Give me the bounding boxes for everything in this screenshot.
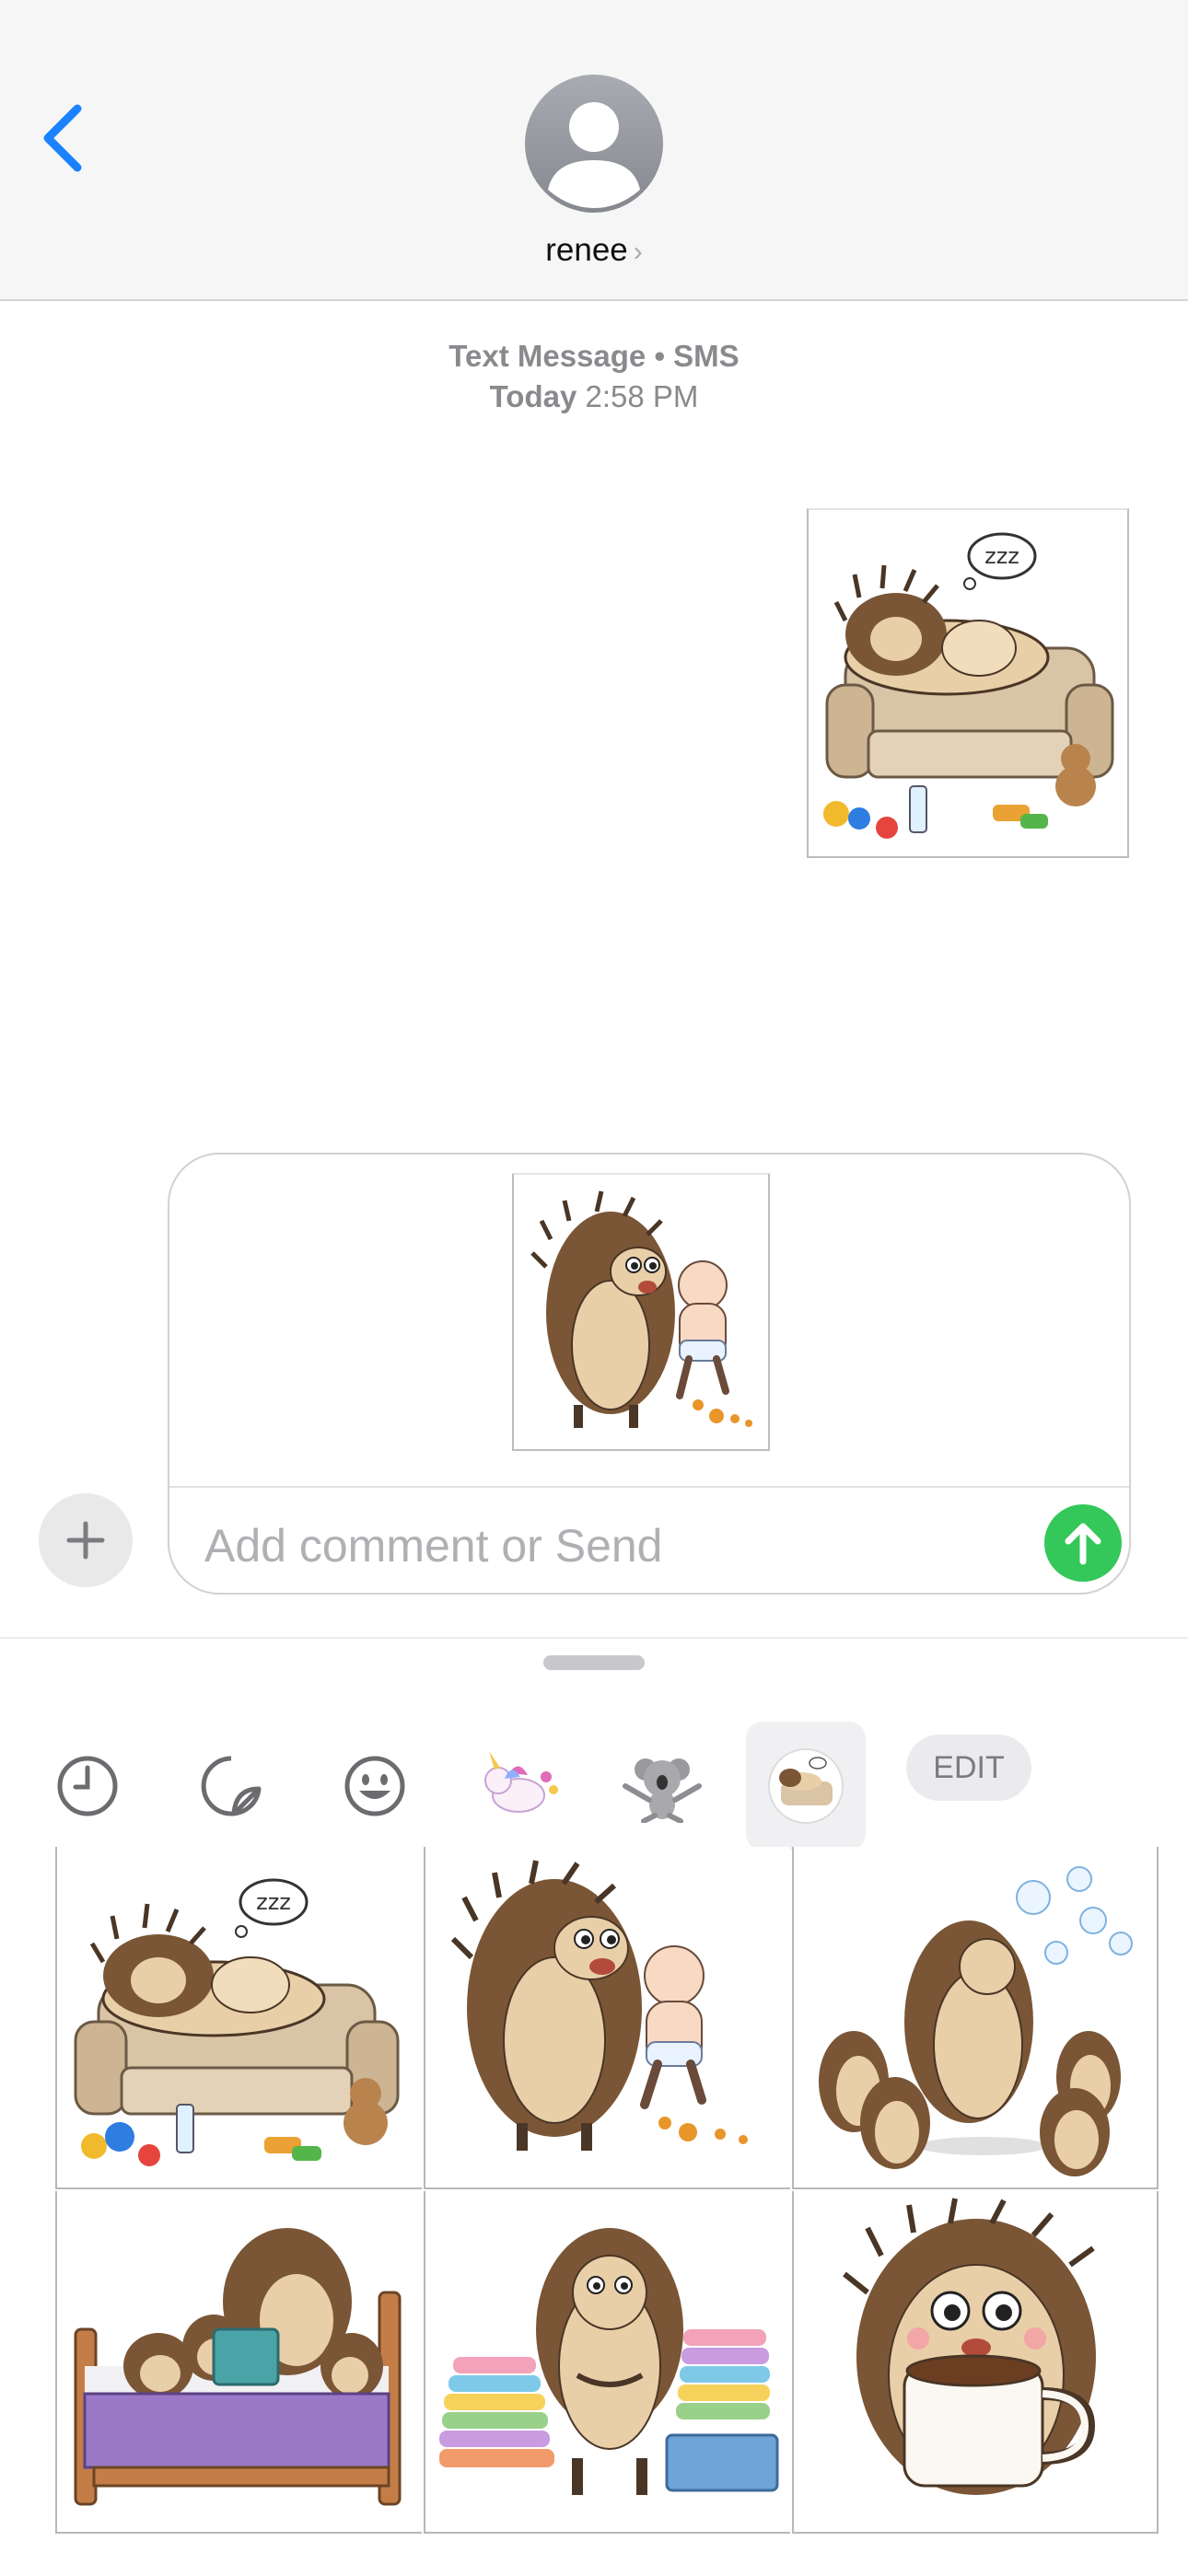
- composer-divider: [169, 1486, 1129, 1488]
- svg-text:zzz: zzz: [984, 543, 1019, 569]
- attached-sticker-preview[interactable]: [512, 1173, 770, 1451]
- drawer-grabber[interactable]: [543, 1655, 645, 1670]
- chevron-right-icon: ›: [633, 237, 643, 267]
- contact-name-button[interactable]: renee ›: [0, 232, 1188, 269]
- sticker-peel-icon: [201, 1756, 262, 1816]
- sent-sticker-message[interactable]: zzz: [807, 508, 1129, 858]
- tab-emoji[interactable]: [315, 1722, 435, 1851]
- arrow-up-icon: [1065, 1523, 1101, 1565]
- contact-name: renee: [545, 232, 628, 268]
- message-composer: [168, 1153, 1131, 1595]
- tab-recent[interactable]: [28, 1722, 147, 1851]
- send-button[interactable]: [1044, 1504, 1122, 1582]
- sticker-hedgehog-coffee[interactable]: [792, 2191, 1159, 2534]
- svg-text:zzz: zzz: [256, 1889, 291, 1915]
- conversation-header: renee ›: [0, 0, 1188, 301]
- sticker-hedgehog-bedtime-story[interactable]: [55, 2191, 422, 2534]
- tab-stickers[interactable]: [171, 1722, 291, 1851]
- tab-unicorn-pack[interactable]: [459, 1722, 578, 1851]
- contact-avatar[interactable]: [525, 70, 663, 217]
- time-label: 2:58 PM: [585, 379, 699, 413]
- plus-icon: [66, 1521, 105, 1560]
- hedgehog-sticker-icon: [768, 1748, 844, 1824]
- sticker-hedgehog-sleeping[interactable]: zzz: [55, 1847, 422, 2189]
- sticker-hedgehog-with-baby[interactable]: [424, 1847, 790, 2189]
- message-timestamp: Text Message • SMS Today 2:58 PM: [0, 336, 1188, 417]
- emoji-smile-icon: [344, 1756, 405, 1816]
- chevron-left-icon: [43, 104, 82, 172]
- apps-plus-button[interactable]: [39, 1493, 133, 1587]
- date-label: Today: [489, 379, 577, 413]
- koala-sticker-icon: [623, 1758, 702, 1823]
- service-label: Text Message • SMS: [448, 339, 740, 373]
- sticker-hedgehog-bubbles[interactable]: [792, 1847, 1159, 2189]
- tab-koala-pack[interactable]: [602, 1722, 722, 1851]
- back-button[interactable]: [37, 101, 92, 175]
- clock-icon: [57, 1756, 118, 1816]
- sticker-drawer: EDIT zzz: [0, 1637, 1188, 2576]
- message-input[interactable]: [204, 1514, 960, 1578]
- unicorn-sticker-icon: [484, 1751, 558, 1813]
- tab-hedgehog-pack[interactable]: [746, 1722, 866, 1851]
- sticker-hedgehog-laundry[interactable]: [424, 2191, 790, 2534]
- edit-stickers-button[interactable]: EDIT: [906, 1735, 1031, 1801]
